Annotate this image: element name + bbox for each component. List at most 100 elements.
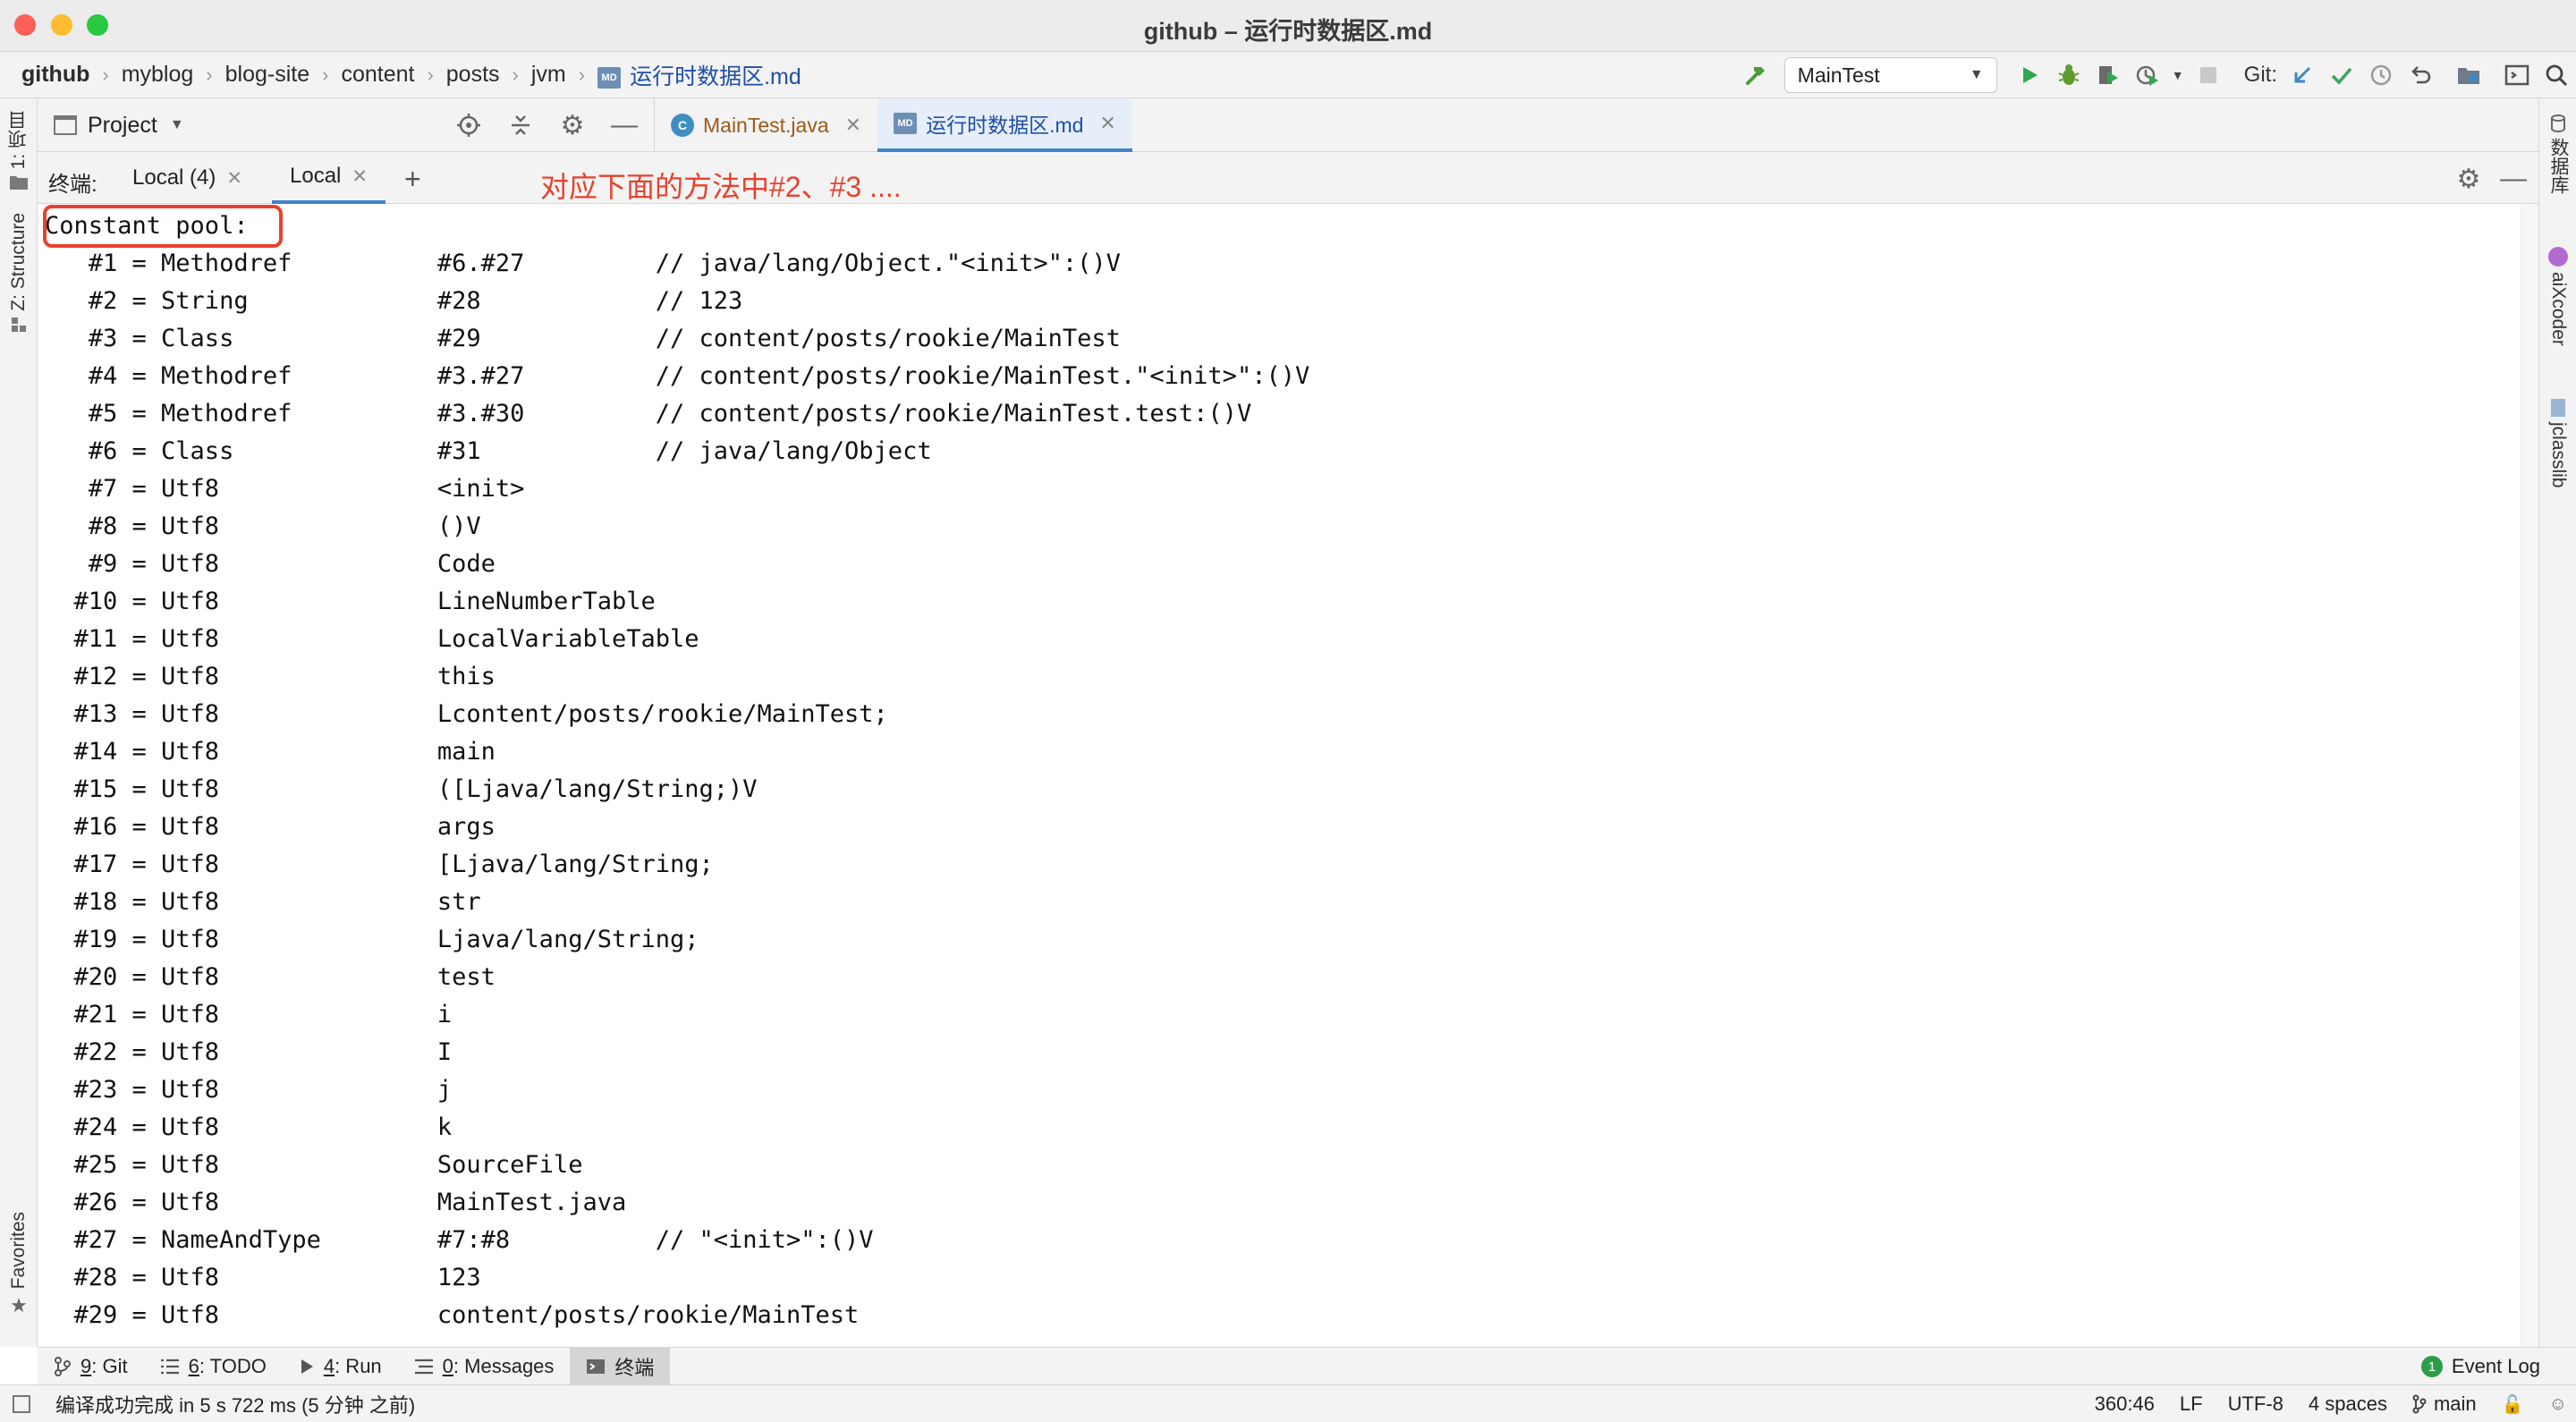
event-log-button[interactable]: 1 Event Log	[2420, 1348, 2540, 1385]
jclasslib-tool-button[interactable]: jclasslib	[2539, 399, 2576, 488]
structure-tool-label: Z: Structure	[8, 213, 29, 311]
inspector-icon[interactable]: ☺	[2549, 1394, 2567, 1415]
breadcrumb-item-content[interactable]: content	[335, 62, 419, 88]
collapse-all-button[interactable]	[500, 106, 541, 145]
window-title: github – 运行时数据区.md	[1143, 18, 1433, 45]
project-tool-button[interactable]: 1: 项目	[0, 111, 38, 190]
structure-tool-button[interactable]: Z: Structure	[0, 213, 38, 333]
git-commit-button[interactable]	[2322, 55, 2361, 95]
close-tab-icon[interactable]: ✕	[352, 165, 368, 188]
run-configuration-select[interactable]: MainTest ▼	[1784, 57, 1997, 93]
breadcrumb-item-github[interactable]: github	[21, 62, 95, 88]
search-everywhere-button[interactable]	[2537, 55, 2576, 95]
run-tool-button[interactable]: 4: Run	[283, 1348, 398, 1385]
more-run-options-button[interactable]: ▼	[2167, 55, 2189, 95]
terminal-icon	[587, 1359, 606, 1374]
clock-icon	[2370, 64, 2392, 86]
git-update-button[interactable]	[2283, 55, 2322, 95]
breadcrumb-item-file[interactable]: MD 运行时数据区.md	[592, 59, 807, 91]
terminal-output[interactable]: Constant pool: #1 = Methodref #6.#27 // …	[38, 204, 2538, 1347]
build-hammer-icon[interactable]	[1736, 55, 1775, 95]
project-settings-button[interactable]: ⚙	[552, 106, 593, 145]
profile-button[interactable]	[2128, 55, 2167, 95]
debug-button[interactable]	[2049, 55, 2089, 95]
terminal-tab-label: Local (4)	[132, 165, 216, 190]
close-tab-icon[interactable]: ✕	[226, 167, 242, 190]
bug-icon	[2058, 64, 2080, 85]
database-tool-button[interactable]: 数据库	[2539, 114, 2576, 194]
indent-setting[interactable]: 4 spaces	[2309, 1392, 2387, 1416]
git-branch-name: main	[2433, 1392, 2477, 1415]
terminal-line: #24 = Utf8 k	[45, 1113, 453, 1141]
event-log-label: Event Log	[2451, 1355, 2540, 1377]
breadcrumb-item-myblog[interactable]: myblog	[116, 62, 199, 88]
branch-icon	[2412, 1394, 2427, 1414]
project-structure-button[interactable]	[2449, 55, 2488, 95]
hide-terminal-button[interactable]: —	[2494, 159, 2533, 199]
favorites-tool-button[interactable]: Favorites ★	[0, 1212, 38, 1317]
chevron-down-icon[interactable]: ▼	[170, 117, 184, 133]
git-history-button[interactable]	[2361, 55, 2401, 95]
lock-icon[interactable]: 🔓	[2502, 1393, 2524, 1416]
hide-project-button[interactable]: —	[604, 106, 645, 145]
markdown-file-icon: MD	[894, 113, 918, 134]
git-rollback-button[interactable]	[2401, 55, 2440, 95]
breadcrumb-item-blog-site[interactable]: blog-site	[220, 62, 316, 88]
messages-tool-key: 0	[442, 1354, 453, 1377]
run-button[interactable]	[2010, 55, 2049, 95]
coverage-icon	[2098, 66, 2118, 84]
file-encoding[interactable]: UTF-8	[2228, 1392, 2284, 1416]
messages-tool-label: : Messages	[453, 1354, 555, 1377]
close-tab-icon[interactable]: ✕	[1099, 112, 1115, 135]
project-pane-header: Project ▼ ⚙ —	[38, 98, 655, 152]
close-tab-icon[interactable]: ✕	[845, 114, 861, 137]
event-count-badge: 1	[2420, 1356, 2443, 1377]
run-with-coverage-button[interactable]	[2089, 55, 2128, 95]
new-terminal-tab-button[interactable]: +	[404, 163, 421, 196]
terminal-line: #5 = Methodref #3.#30 // content/posts/r…	[45, 400, 1252, 427]
locate-file-button[interactable]	[448, 106, 489, 145]
terminal-settings-button[interactable]: ⚙	[2449, 159, 2488, 199]
run-configuration-label: MainTest	[1797, 63, 1880, 87]
jclasslib-tool-label: jclasslib	[2548, 422, 2569, 488]
breadcrumb-item-posts[interactable]: posts	[441, 62, 505, 88]
chevron-right-icon: ›	[578, 63, 586, 86]
editor-tab-label: MainTest.java	[703, 113, 829, 137]
editor-tab-markdown[interactable]: MD 运行时数据区.md ✕	[877, 98, 1132, 152]
chevron-right-icon: ›	[512, 63, 519, 86]
stop-button[interactable]	[2189, 55, 2228, 95]
terminal-line: #14 = Utf8 main	[45, 738, 496, 766]
terminal-line: #23 = Utf8 j	[45, 1076, 453, 1104]
messages-tool-button[interactable]: 0: Messages	[398, 1348, 571, 1385]
caret-position[interactable]: 360:46	[2095, 1392, 2155, 1416]
git-icon	[55, 1356, 71, 1376]
git-branch-widget[interactable]: main	[2412, 1392, 2477, 1416]
terminal-tool-button[interactable]: 终端	[570, 1347, 671, 1385]
terminal-toggle-button[interactable]	[2497, 55, 2537, 95]
project-window-icon	[54, 115, 77, 135]
line-separator[interactable]: LF	[2180, 1392, 2203, 1416]
folder-structure-icon	[2458, 68, 2479, 84]
aixcoder-tool-button[interactable]: aiXcoder	[2539, 247, 2576, 346]
breadcrumb-item-jvm[interactable]: jvm	[526, 62, 572, 88]
project-view-selector[interactable]: Project	[88, 113, 157, 139]
title-bar: github – 运行时数据区.md	[0, 0, 2576, 52]
crosshair-icon	[457, 114, 480, 137]
terminal-line: #29 = Utf8 content/posts/rookie/MainTest	[45, 1301, 860, 1329]
terminal-scrollbar[interactable]	[2521, 204, 2538, 1347]
terminal-line: #11 = Utf8 LocalVariableTable	[45, 625, 699, 653]
terminal-tab-local[interactable]: Local ✕	[272, 152, 386, 204]
todo-tool-button[interactable]: 6: TODO	[144, 1348, 283, 1385]
git-tool-button[interactable]: 9: Git	[38, 1348, 144, 1385]
messages-icon	[414, 1359, 433, 1374]
navigation-bar: github › myblog › blog-site › content › …	[0, 52, 2576, 98]
editor-tab-maintest[interactable]: C MainTest.java ✕	[655, 98, 877, 152]
terminal-tab-label: Local	[290, 164, 342, 188]
toggle-tool-windows-icon[interactable]	[13, 1395, 30, 1413]
annotation-text: 对应下面的方法中#2、#3 ....	[540, 171, 902, 203]
terminal-line: #16 = Utf8 args	[45, 813, 496, 841]
project-pane-tools: ⚙ —	[448, 106, 645, 145]
breadcrumb: github › myblog › blog-site › content › …	[0, 59, 807, 91]
status-bar: 编译成功完成 in 5 s 722 ms (5 分钟 之前) 360:46 LF…	[0, 1384, 2576, 1422]
terminal-tab-local-4[interactable]: Local (4) ✕	[132, 152, 242, 204]
